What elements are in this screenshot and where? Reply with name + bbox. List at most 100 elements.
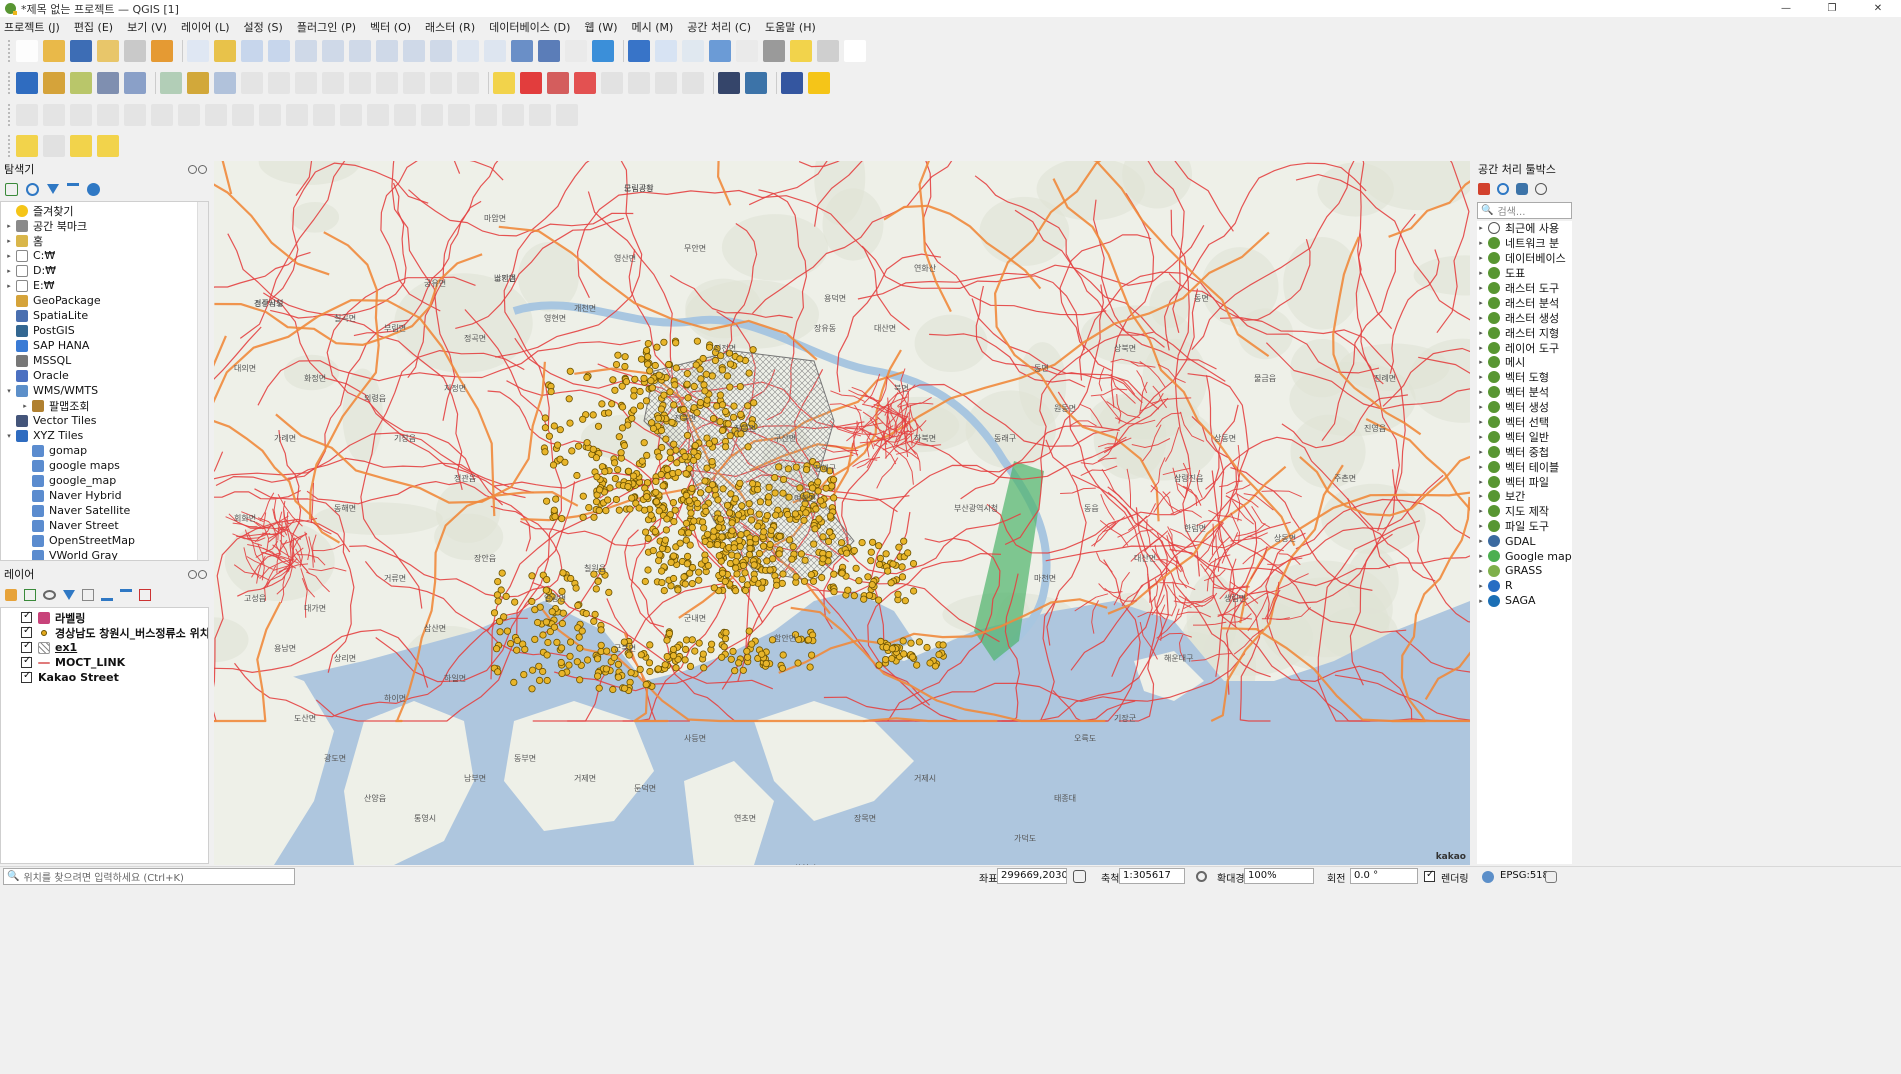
close-panel-icon[interactable] bbox=[198, 164, 207, 174]
browser-item[interactable]: ▸ 홈 bbox=[1, 233, 208, 248]
processing-provider[interactable]: ▸ 도표 bbox=[1477, 266, 1572, 281]
processing-provider[interactable]: ▸ 지도 제작 bbox=[1477, 504, 1572, 519]
browser-item[interactable]: SpatiaLite bbox=[1, 308, 208, 323]
field-calculator-icon[interactable] bbox=[682, 40, 704, 62]
refresh-map-icon[interactable] bbox=[592, 40, 614, 62]
history-icon[interactable] bbox=[1497, 183, 1509, 195]
browser-item[interactable]: gomap bbox=[1, 443, 208, 458]
menu-4[interactable]: 설정 (S) bbox=[244, 19, 283, 35]
menu-10[interactable]: 메시 (M) bbox=[631, 19, 673, 35]
style-manager-icon[interactable] bbox=[5, 589, 17, 601]
merge-features-icon[interactable] bbox=[313, 104, 335, 126]
toolbar-grip[interactable] bbox=[8, 40, 12, 62]
layer-item[interactable]: Kakao Street bbox=[1, 670, 208, 685]
reverse-line-icon[interactable] bbox=[421, 104, 443, 126]
python-scripts-icon[interactable] bbox=[1516, 183, 1528, 195]
expander-icon[interactable]: ▸ bbox=[1477, 492, 1485, 500]
text-annotation-icon[interactable] bbox=[844, 40, 866, 62]
split-features-icon[interactable] bbox=[259, 104, 281, 126]
save-edits-icon[interactable] bbox=[214, 72, 236, 94]
offset-curve-icon[interactable] bbox=[232, 104, 254, 126]
expander-icon[interactable]: ▸ bbox=[1477, 373, 1485, 381]
expander-icon[interactable]: ▸ bbox=[1477, 597, 1485, 605]
models-icon[interactable] bbox=[1478, 183, 1490, 195]
expander-icon[interactable]: ▸ bbox=[1477, 478, 1485, 486]
expander-icon[interactable]: ▸ bbox=[1477, 344, 1485, 352]
rotation-spinbox[interactable]: 0.0 ° bbox=[1350, 868, 1418, 884]
rotate-point-icon[interactable] bbox=[367, 104, 389, 126]
coordinate-field[interactable]: 299669,203020 bbox=[997, 868, 1067, 884]
processing-provider[interactable]: ▸ 벡터 분석 bbox=[1477, 385, 1572, 400]
toolbar-grip[interactable] bbox=[8, 72, 12, 94]
expander-icon[interactable]: ▸ bbox=[1477, 552, 1485, 560]
delete-part-icon[interactable] bbox=[178, 104, 200, 126]
help-icon[interactable] bbox=[781, 72, 803, 94]
expander-icon[interactable]: ▸ bbox=[1477, 388, 1485, 396]
menu-7[interactable]: 래스터 (R) bbox=[425, 19, 475, 35]
layer-item[interactable]: ex1 bbox=[1, 640, 208, 655]
browser-item[interactable]: ▸ 팔맵조회 bbox=[1, 398, 208, 413]
processing-provider[interactable]: ▸ R bbox=[1477, 578, 1572, 593]
toggle-editing-icon[interactable] bbox=[187, 72, 209, 94]
show-hide-label-icon[interactable] bbox=[682, 72, 704, 94]
browser-item[interactable]: 즐겨찾기 bbox=[1, 203, 208, 218]
expander-icon[interactable]: ▾ bbox=[5, 432, 13, 440]
add-selected-layers-icon[interactable] bbox=[5, 182, 18, 196]
expander-icon[interactable]: ▾ bbox=[5, 387, 13, 395]
processing-provider[interactable]: ▸ 래스터 도구 bbox=[1477, 281, 1572, 296]
rotate-label-icon[interactable] bbox=[628, 72, 650, 94]
menu-11[interactable]: 공간 처리 (C) bbox=[687, 19, 751, 35]
select-by-value-icon[interactable] bbox=[43, 135, 65, 157]
move-label-icon[interactable] bbox=[601, 72, 623, 94]
expander-icon[interactable]: ▸ bbox=[1477, 239, 1485, 247]
processing-provider[interactable]: ▸ GRASS bbox=[1477, 563, 1572, 578]
browser-scrollbar[interactable] bbox=[197, 202, 208, 560]
zoom-layer-icon[interactable] bbox=[349, 40, 371, 62]
processing-provider[interactable]: ▸ 최근에 사용 bbox=[1477, 221, 1572, 236]
processing-provider[interactable]: ▸ 데이터베이스 bbox=[1477, 251, 1572, 266]
snapping-icon[interactable] bbox=[16, 104, 38, 126]
processing-provider[interactable]: ▸ 벡터 파일 bbox=[1477, 474, 1572, 489]
menu-8[interactable]: 데이터베이스 (D) bbox=[489, 19, 570, 35]
plugin-globe-icon[interactable] bbox=[718, 72, 740, 94]
minimize-button[interactable]: — bbox=[1763, 0, 1809, 17]
split-parts-icon[interactable] bbox=[286, 104, 308, 126]
annotation-icon[interactable] bbox=[817, 40, 839, 62]
copy-move-icon[interactable] bbox=[502, 104, 524, 126]
locator-placeholder[interactable]: 위치를 찾으려면 입력하세요 (Ctrl+K) bbox=[23, 869, 183, 884]
expander-icon[interactable]: ▸ bbox=[1477, 224, 1485, 232]
restore-button[interactable]: ❐ bbox=[1809, 0, 1855, 17]
processing-provider[interactable]: ▸ Google map bbox=[1477, 549, 1572, 564]
expander-icon[interactable]: ▸ bbox=[21, 402, 29, 410]
show-selected-icon[interactable] bbox=[97, 135, 119, 157]
browser-item[interactable]: ▸ 공간 북마크 bbox=[1, 218, 208, 233]
map-canvas[interactable]: 군림광장 경상남도 남지읍 영산면 무안면 대의면 칠곡면 정곡면 지정면 화정면 부림면 궁유면 가례… bbox=[214, 161, 1470, 865]
expand-all-icon[interactable] bbox=[101, 589, 113, 601]
delete-ring-icon[interactable] bbox=[151, 104, 173, 126]
expander-icon[interactable]: ▸ bbox=[5, 267, 13, 275]
layer-item[interactable]: MOCT_LINK bbox=[1, 655, 208, 670]
scale-combobox[interactable]: 1:305617 bbox=[1119, 868, 1185, 884]
simplify-icon[interactable] bbox=[394, 104, 416, 126]
expander-icon[interactable]: ▸ bbox=[1477, 537, 1485, 545]
nn-join-icon[interactable] bbox=[808, 72, 830, 94]
add-ring-icon[interactable] bbox=[70, 104, 92, 126]
filter-legend-icon[interactable] bbox=[63, 590, 75, 600]
identify-icon[interactable] bbox=[628, 40, 650, 62]
merge-attributes-icon[interactable] bbox=[340, 104, 362, 126]
digitize-icon[interactable] bbox=[160, 72, 182, 94]
float-panel-icon[interactable] bbox=[188, 569, 197, 579]
browser-item[interactable]: OpenStreetMap bbox=[1, 533, 208, 548]
processing-search-box[interactable]: 🔍 검색... bbox=[1477, 202, 1572, 219]
menu-12[interactable]: 도움말 (H) bbox=[765, 19, 816, 35]
info-icon[interactable] bbox=[87, 182, 100, 196]
browser-item[interactable]: ▾ WMS/WMTS bbox=[1, 383, 208, 398]
cut-features-icon[interactable] bbox=[349, 72, 371, 94]
browser-item[interactable]: GeoPackage bbox=[1, 293, 208, 308]
map-tips-icon[interactable] bbox=[790, 40, 812, 62]
redo-icon[interactable] bbox=[457, 72, 479, 94]
expander-icon[interactable]: ▸ bbox=[5, 237, 13, 245]
processing-toolbox-icon[interactable] bbox=[709, 40, 731, 62]
data-source-manager-icon[interactable] bbox=[16, 72, 38, 94]
zoom-next-icon[interactable] bbox=[430, 40, 452, 62]
